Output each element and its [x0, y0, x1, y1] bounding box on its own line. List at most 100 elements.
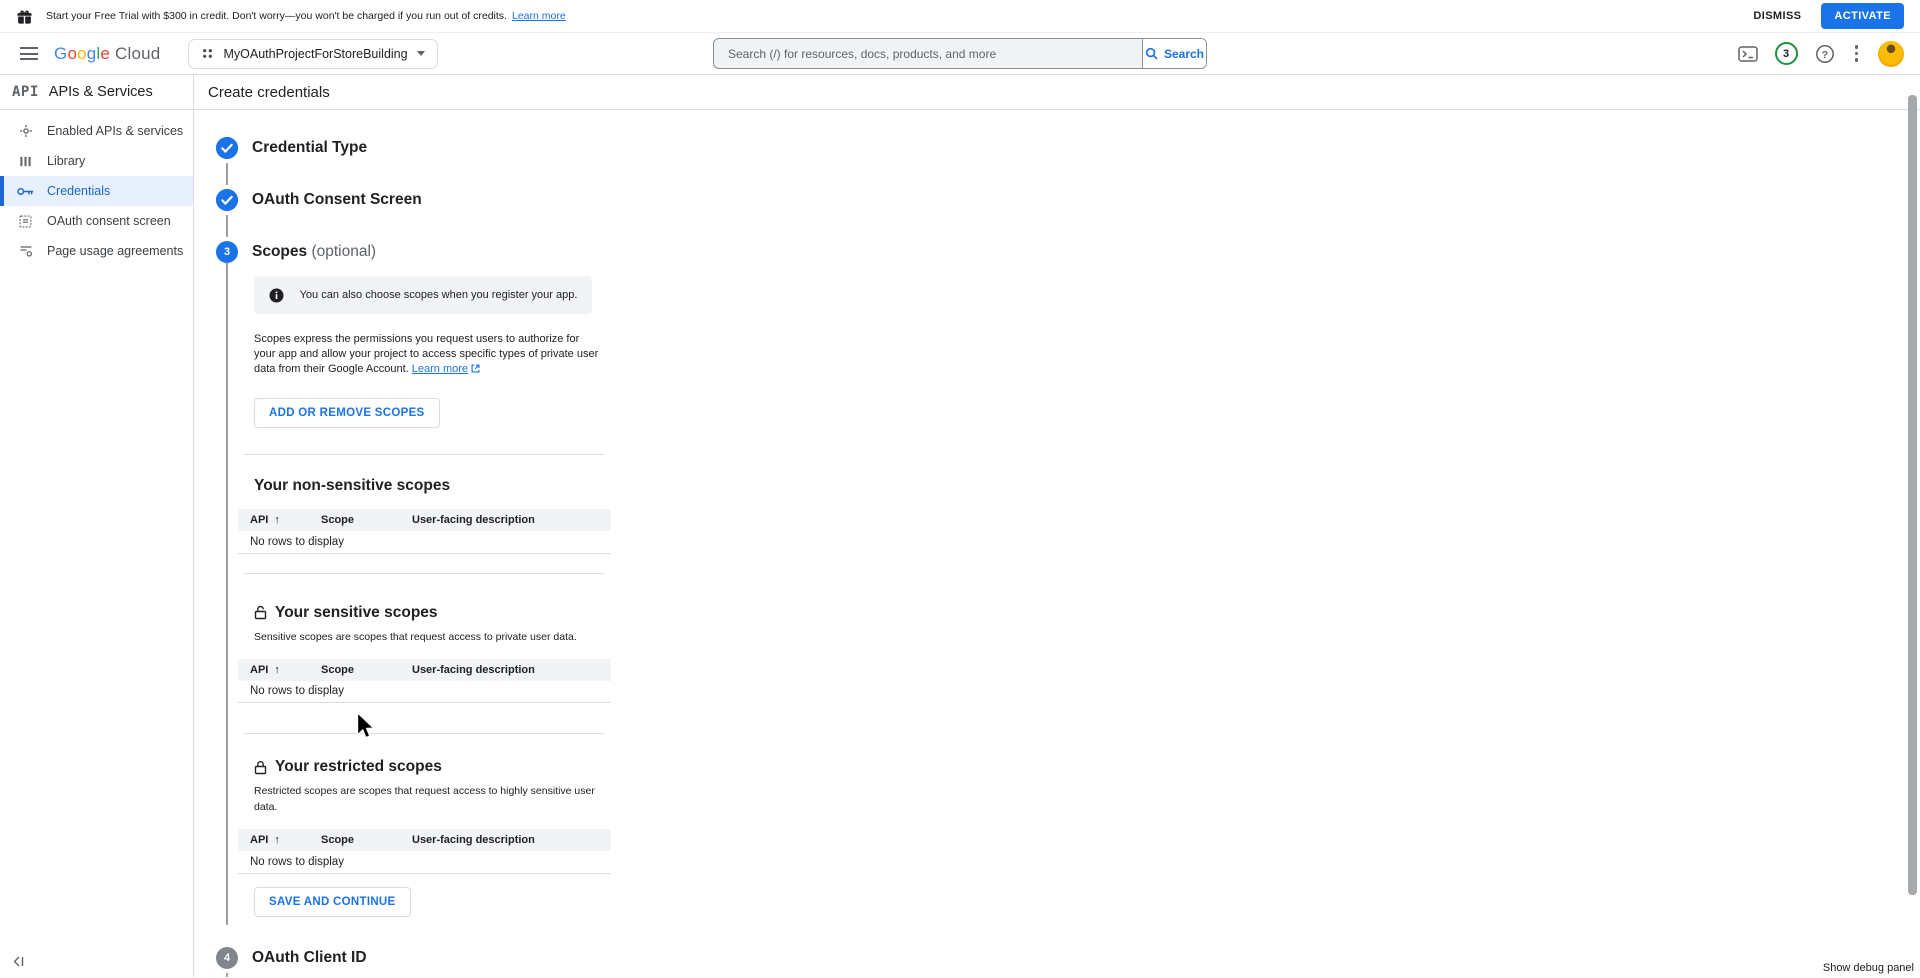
step-oauth-client-id: 4 OAuth Client ID: [216, 947, 1920, 969]
info-text: You can also choose scopes when you regi…: [300, 289, 578, 301]
cloud-shell-icon[interactable]: [1738, 46, 1758, 62]
scopes-info-banner: You can also choose scopes when you regi…: [254, 276, 592, 314]
column-header-api[interactable]: API↑: [238, 509, 321, 531]
search-input[interactable]: [714, 39, 1142, 68]
vertical-scrollbar[interactable]: [1908, 95, 1917, 895]
column-header-scope[interactable]: Scope: [321, 829, 412, 851]
avatar[interactable]: [1878, 41, 1904, 67]
sidebar-item-oauth-consent[interactable]: OAuth consent screen: [0, 206, 193, 236]
cloud-logo-text: Cloud: [115, 44, 160, 64]
project-icon: [201, 47, 214, 60]
free-trial-banner: Start your Free Trial with $300 in credi…: [0, 0, 1920, 33]
activate-button[interactable]: ACTIVATE: [1821, 3, 1904, 29]
library-icon: [17, 155, 34, 168]
more-options-icon[interactable]: [1852, 45, 1862, 62]
step-title: OAuth Consent Screen: [252, 191, 422, 209]
banner-learn-more-link[interactable]: Learn more: [512, 10, 566, 22]
sidebar-item-enabled-apis[interactable]: Enabled APIs & services: [0, 116, 193, 146]
step-credential-type: Credential Type: [216, 137, 1920, 159]
external-link-icon: [471, 363, 480, 378]
step-connector: [226, 973, 228, 978]
step-complete-check-icon: [216, 137, 238, 159]
column-header-description[interactable]: User-facing description: [412, 829, 611, 851]
menu-icon[interactable]: [20, 44, 38, 64]
section-divider: [244, 573, 604, 574]
banner-text: Start your Free Trial with $300 in credi…: [46, 10, 507, 22]
scopes-step-body: You can also choose scopes when you regi…: [226, 263, 1920, 925]
sidebar-nav: Enabled APIs & services Library Credenti…: [0, 110, 193, 266]
sensitive-scopes-heading: Your sensitive scopes: [254, 604, 1920, 622]
column-header-description[interactable]: User-facing description: [412, 509, 611, 531]
top-navigation: Google Cloud MyOAuthProjectForStoreBuild…: [0, 33, 1920, 75]
svg-text:?: ?: [1821, 48, 1827, 60]
help-icon[interactable]: ?: [1815, 44, 1835, 64]
empty-table-row: No rows to display: [238, 681, 611, 703]
column-header-description[interactable]: User-facing description: [412, 659, 611, 681]
section-divider: [244, 454, 604, 455]
collapse-sidebar-icon[interactable]: [12, 956, 25, 967]
sidebar-item-label: Page usage agreements: [47, 244, 183, 258]
save-and-continue-button[interactable]: SAVE AND CONTINUE: [254, 887, 411, 917]
sidebar-item-credentials[interactable]: Credentials: [0, 176, 193, 206]
empty-table-row: No rows to display: [238, 531, 611, 553]
sidebar-header: API APIs & Services: [0, 75, 193, 110]
info-icon: [269, 288, 284, 303]
step-connector: [226, 215, 228, 237]
banner-actions: DISMISS ACTIVATE: [1749, 3, 1904, 29]
sensitive-scopes-subtitle: Sensitive scopes are scopes that request…: [254, 629, 610, 645]
column-header-api[interactable]: API↑: [238, 659, 321, 681]
api-logo: API: [12, 84, 39, 100]
key-icon: [17, 187, 34, 196]
step-title: OAuth Client ID: [252, 949, 367, 967]
chevron-down-icon: [417, 51, 425, 56]
agreements-icon: [17, 244, 34, 258]
sidebar-item-library[interactable]: Library: [0, 146, 193, 176]
sidebar-item-label: Library: [47, 154, 85, 168]
sort-ascending-icon: ↑: [274, 664, 280, 676]
non-sensitive-scopes-table: API↑ Scope User-facing description No ro…: [238, 509, 611, 554]
column-header-api[interactable]: API↑: [238, 829, 321, 851]
sidebar-item-label: Enabled APIs & services: [47, 124, 183, 138]
learn-more-link[interactable]: Learn more: [412, 363, 480, 375]
step-title: Scopes (optional): [252, 243, 376, 261]
main-content: Create credentials Credential Type OAuth…: [194, 75, 1920, 977]
nav-right-icons: 3 ?: [1738, 41, 1905, 67]
project-picker[interactable]: MyOAuthProjectForStoreBuilding: [188, 39, 437, 69]
step-connector: [226, 163, 228, 185]
credential-stepper: Credential Type OAuth Consent Screen 3 S…: [194, 110, 1920, 977]
show-debug-panel-link[interactable]: Show debug panel: [1823, 962, 1914, 974]
restricted-scopes-subtitle: Restricted scopes are scopes that reques…: [254, 783, 610, 815]
restricted-scopes-table: API↑ Scope User-facing description No ro…: [238, 829, 611, 874]
consent-screen-icon: [17, 215, 34, 228]
search-bar: Search: [713, 38, 1207, 69]
column-header-scope[interactable]: Scope: [321, 509, 412, 531]
lock-icon: [254, 760, 267, 775]
step-number-badge: 4: [216, 947, 238, 969]
add-or-remove-scopes-button[interactable]: ADD OR REMOVE SCOPES: [254, 398, 440, 428]
gift-icon: [16, 8, 33, 25]
notification-badge[interactable]: 3: [1775, 42, 1798, 65]
page-header: Create credentials: [194, 75, 1920, 110]
dismiss-button[interactable]: DISMISS: [1749, 4, 1805, 28]
google-logo-text: Google: [54, 44, 110, 64]
search-icon: [1145, 47, 1158, 60]
sidebar-item-label: Credentials: [47, 184, 110, 198]
sort-ascending-icon: ↑: [274, 514, 280, 526]
step-complete-check-icon: [216, 189, 238, 211]
lock-open-icon: [254, 605, 267, 620]
search-button[interactable]: Search: [1142, 39, 1206, 68]
column-header-scope[interactable]: Scope: [321, 659, 412, 681]
optional-label: (optional): [311, 243, 376, 260]
google-cloud-logo[interactable]: Google Cloud: [54, 44, 160, 64]
empty-table-row: No rows to display: [238, 851, 611, 873]
project-name: MyOAuthProjectForStoreBuilding: [223, 47, 407, 61]
page-title: Create credentials: [208, 84, 330, 101]
sidebar-item-label: OAuth consent screen: [47, 214, 171, 228]
step-title: Credential Type: [252, 139, 367, 157]
step-oauth-consent-screen: OAuth Consent Screen: [216, 189, 1920, 211]
hub-icon: [17, 124, 34, 138]
sidebar-item-page-usage-agreements[interactable]: Page usage agreements: [0, 236, 193, 266]
step-number-badge: 3: [216, 241, 238, 263]
sort-ascending-icon: ↑: [274, 834, 280, 846]
non-sensitive-scopes-heading: Your non-sensitive scopes: [254, 477, 1920, 495]
